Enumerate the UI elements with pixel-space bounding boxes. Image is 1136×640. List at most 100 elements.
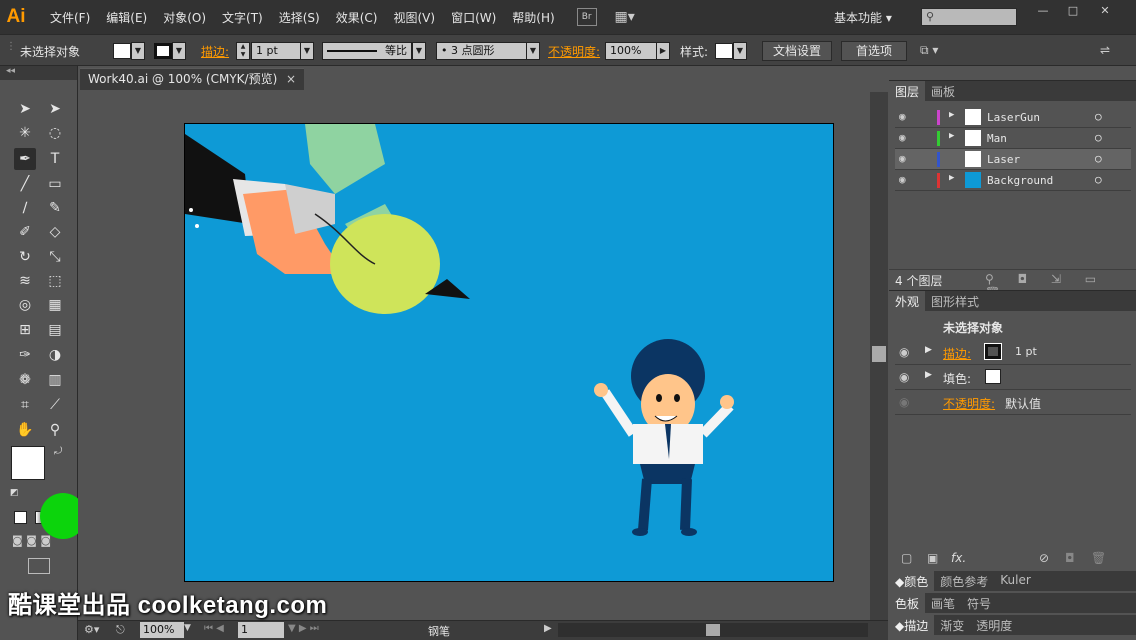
blob-brush-tool-icon[interactable]: ✐ (14, 221, 36, 243)
visibility-eye-icon[interactable]: ◉ (899, 395, 909, 409)
close-window-button[interactable]: ✕ (1090, 4, 1120, 18)
free-transform-tool-icon[interactable]: ⬚ (44, 270, 66, 292)
expand-icon[interactable]: ▶ (925, 370, 932, 380)
layer-row-background[interactable]: ◉ ▶ Background ○ (895, 170, 1131, 191)
target-icon[interactable]: ○ (1095, 152, 1102, 165)
menu-file[interactable]: 文件(F) (42, 9, 98, 26)
appearance-stroke-label[interactable]: 描边: (943, 345, 971, 362)
column-graph-tool-icon[interactable]: ▥ (44, 369, 66, 391)
scroll-thumb[interactable] (872, 346, 886, 362)
profile-dropdown[interactable]: ▼ (412, 42, 426, 60)
target-icon[interactable]: ○ (1095, 131, 1102, 144)
vertical-scrollbar[interactable] (870, 92, 888, 620)
tab-stroke[interactable]: ◆描边 (889, 615, 935, 635)
artboard[interactable] (184, 123, 834, 582)
fx-button[interactable]: fx. (951, 551, 966, 565)
visibility-eye-icon[interactable]: ◉ (899, 110, 906, 123)
menu-object[interactable]: 对象(O) (155, 9, 214, 26)
slice-tool-icon[interactable]: ⟋ (44, 394, 66, 416)
layer-row-laser[interactable]: ◉ Laser ○ (895, 149, 1131, 170)
horizontal-scroll-thumb[interactable] (706, 624, 720, 636)
opacity-label[interactable]: 不透明度: (548, 43, 600, 60)
fill-color-box[interactable] (11, 446, 45, 480)
stroke-swatch[interactable] (154, 43, 172, 59)
delete-item-icon[interactable]: 🗑 (1091, 551, 1106, 565)
visibility-eye-icon[interactable]: ◉ (899, 131, 906, 144)
document-setup-button[interactable]: 文档设置 (762, 41, 832, 61)
menu-select[interactable]: 选择(S) (271, 9, 328, 26)
add-stroke-icon[interactable]: ▢ (901, 551, 912, 565)
stroke-stepper[interactable]: ▲ ▼ (236, 42, 250, 60)
tab-artboards[interactable]: 画板 (925, 81, 961, 101)
variable-width-profile[interactable]: 等比 (322, 42, 412, 60)
target-icon[interactable]: ○ (1095, 110, 1102, 123)
blend-tool-icon[interactable]: ◑ (44, 344, 66, 366)
tab-symbols[interactable]: 符号 (961, 593, 997, 613)
color-mode-button[interactable] (14, 511, 27, 524)
tab-transparency[interactable]: 透明度 (970, 615, 1018, 635)
brush-dropdown[interactable]: ▼ (526, 42, 540, 60)
layer-row-man[interactable]: ◉ ▶ Man ○ (895, 128, 1131, 149)
menu-type[interactable]: 文字(T) (214, 9, 271, 26)
tab-gradient[interactable]: 渐变 (934, 615, 970, 635)
tab-kuler[interactable]: Kuler (994, 571, 1037, 591)
appearance-stroke-row[interactable]: ◉ ▶ 描边: 1 pt (895, 340, 1131, 365)
symbol-sprayer-tool-icon[interactable]: ❁ (14, 369, 36, 391)
minimize-button[interactable]: — (1028, 4, 1058, 18)
clear-appearance-icon[interactable]: ⊘ (1039, 551, 1049, 565)
opacity-field[interactable]: 100% (605, 42, 657, 60)
style-swatch[interactable] (715, 43, 733, 59)
tab-color-guide[interactable]: 颜色参考 (934, 571, 994, 591)
pencil-tool-icon[interactable]: ✎ (44, 197, 66, 219)
tab-graphic-styles[interactable]: 图形样式 (925, 291, 985, 311)
stroke-swatch[interactable] (984, 343, 1002, 360)
swap-colors-icon[interactable]: ⤾ (54, 446, 62, 457)
horizontal-scrollbar[interactable] (558, 623, 868, 637)
stroke-weight-field[interactable]: 1 pt (251, 42, 301, 60)
page-nav-next[interactable]: ▼ ▶ ⏭ (288, 623, 319, 634)
preferences-button[interactable]: 首选项 (841, 41, 907, 61)
status-menu-icon[interactable]: ⚙▾ (84, 623, 99, 636)
zoom-dropdown[interactable]: ▼ (184, 623, 191, 633)
tab-swatches[interactable]: 色板 (889, 593, 926, 613)
share-icon[interactable]: ⎋ (116, 623, 125, 637)
arrange-documents-icon[interactable]: ▦▾ (611, 8, 639, 26)
appearance-opacity-label[interactable]: 不透明度: (943, 395, 995, 412)
close-tab-icon[interactable]: × (286, 69, 296, 90)
rotate-tool-icon[interactable]: ↻ (14, 246, 36, 268)
expand-icon[interactable]: ▶ (949, 173, 954, 183)
visibility-eye-icon[interactable]: ◉ (899, 152, 906, 165)
layer-row-lasergun[interactable]: ◉ ▶ LaserGun ○ (895, 107, 1131, 128)
eraser-tool-icon[interactable]: ◇ (44, 221, 66, 243)
duplicate-item-icon[interactable]: ◘ (1065, 551, 1075, 565)
width-tool-icon[interactable]: ≋ (14, 270, 36, 292)
style-dropdown[interactable]: ▼ (733, 42, 747, 60)
zoom-field[interactable]: 100% (140, 622, 184, 638)
bridge-button[interactable]: Br (576, 8, 597, 26)
gradient-tool-icon[interactable]: ▤ (44, 319, 66, 341)
fill-dropdown[interactable]: ▼ (131, 42, 145, 60)
menu-effect[interactable]: 效果(C) (328, 9, 386, 26)
line-tool-icon[interactable]: ╱ (14, 173, 36, 195)
menu-view[interactable]: 视图(V) (385, 9, 443, 26)
status-arrow-icon[interactable]: ▶ (544, 623, 552, 634)
menu-help[interactable]: 帮助(H) (504, 9, 562, 26)
visibility-eye-icon[interactable]: ◉ (899, 173, 906, 186)
perspective-grid-tool-icon[interactable]: ▦ (44, 294, 66, 316)
stroke-label[interactable]: 描边: (201, 43, 229, 60)
fill-swatch[interactable] (985, 369, 1001, 384)
paintbrush-tool-icon[interactable]: ∕ (14, 197, 36, 219)
brush-definition[interactable]: • 3 点圆形 (436, 42, 536, 60)
target-icon[interactable]: ○ (1095, 173, 1102, 186)
magic-wand-tool-icon[interactable]: ✳ (14, 122, 36, 144)
selection-tool-icon[interactable]: ➤ (14, 98, 36, 120)
expand-icon[interactable]: ▶ (925, 345, 932, 355)
lasso-tool-icon[interactable]: ◌ (44, 122, 66, 144)
pen-tool-icon[interactable]: ✒ (14, 148, 36, 170)
zoom-tool-icon[interactable]: ⚲ (44, 419, 66, 441)
menu-window[interactable]: 窗口(W) (443, 9, 504, 26)
scale-tool-icon[interactable]: ⤡ (44, 246, 66, 268)
document-tab[interactable]: Work40.ai @ 100% (CMYK/预览) × (80, 68, 304, 90)
fill-swatch[interactable] (113, 43, 131, 59)
screen-mode-icon[interactable] (28, 558, 50, 574)
